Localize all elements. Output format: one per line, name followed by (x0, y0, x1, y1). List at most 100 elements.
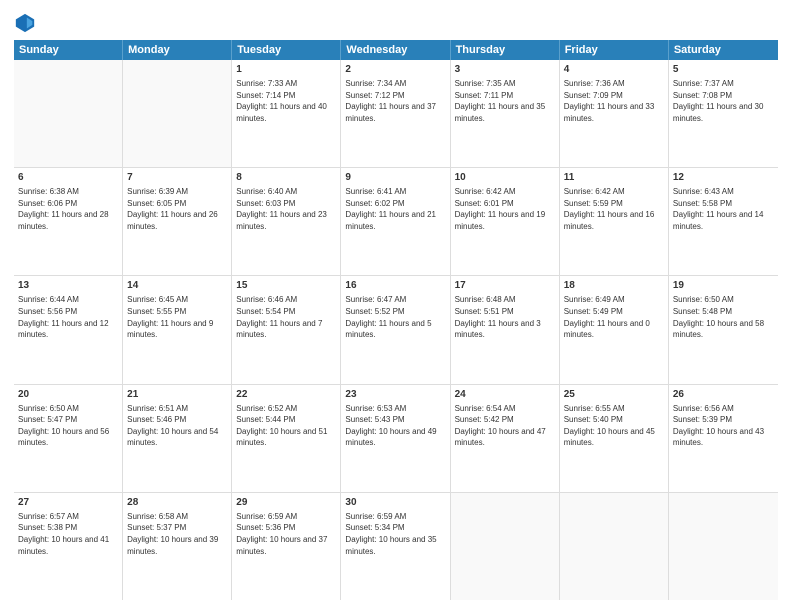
day-info: Sunrise: 6:53 AM Sunset: 5:43 PM Dayligh… (345, 403, 445, 449)
calendar-cell (560, 493, 669, 600)
day-info: Sunrise: 6:51 AM Sunset: 5:46 PM Dayligh… (127, 403, 227, 449)
logo-icon (14, 12, 36, 34)
calendar-cell: 26Sunrise: 6:56 AM Sunset: 5:39 PM Dayli… (669, 385, 778, 492)
calendar-cell: 20Sunrise: 6:50 AM Sunset: 5:47 PM Dayli… (14, 385, 123, 492)
day-info: Sunrise: 6:39 AM Sunset: 6:05 PM Dayligh… (127, 186, 227, 232)
day-info: Sunrise: 6:55 AM Sunset: 5:40 PM Dayligh… (564, 403, 664, 449)
day-info: Sunrise: 6:49 AM Sunset: 5:49 PM Dayligh… (564, 294, 664, 340)
calendar-cell: 4Sunrise: 7:36 AM Sunset: 7:09 PM Daylig… (560, 60, 669, 167)
day-number: 16 (345, 279, 445, 293)
day-info: Sunrise: 7:33 AM Sunset: 7:14 PM Dayligh… (236, 78, 336, 124)
day-info: Sunrise: 6:44 AM Sunset: 5:56 PM Dayligh… (18, 294, 118, 340)
day-info: Sunrise: 6:43 AM Sunset: 5:58 PM Dayligh… (673, 186, 774, 232)
calendar-cell: 9Sunrise: 6:41 AM Sunset: 6:02 PM Daylig… (341, 168, 450, 275)
calendar-cell: 13Sunrise: 6:44 AM Sunset: 5:56 PM Dayli… (14, 276, 123, 383)
calendar-cell: 18Sunrise: 6:49 AM Sunset: 5:49 PM Dayli… (560, 276, 669, 383)
day-info: Sunrise: 6:50 AM Sunset: 5:47 PM Dayligh… (18, 403, 118, 449)
calendar-cell (451, 493, 560, 600)
calendar-cell: 27Sunrise: 6:57 AM Sunset: 5:38 PM Dayli… (14, 493, 123, 600)
calendar-cell: 5Sunrise: 7:37 AM Sunset: 7:08 PM Daylig… (669, 60, 778, 167)
calendar: SundayMondayTuesdayWednesdayThursdayFrid… (14, 40, 778, 600)
day-number: 28 (127, 496, 227, 510)
calendar-cell: 24Sunrise: 6:54 AM Sunset: 5:42 PM Dayli… (451, 385, 560, 492)
calendar-cell: 2Sunrise: 7:34 AM Sunset: 7:12 PM Daylig… (341, 60, 450, 167)
day-info: Sunrise: 7:36 AM Sunset: 7:09 PM Dayligh… (564, 78, 664, 124)
day-info: Sunrise: 6:56 AM Sunset: 5:39 PM Dayligh… (673, 403, 774, 449)
day-info: Sunrise: 6:58 AM Sunset: 5:37 PM Dayligh… (127, 511, 227, 557)
day-info: Sunrise: 6:45 AM Sunset: 5:55 PM Dayligh… (127, 294, 227, 340)
day-number: 26 (673, 388, 774, 402)
calendar-cell: 23Sunrise: 6:53 AM Sunset: 5:43 PM Dayli… (341, 385, 450, 492)
calendar-cell: 29Sunrise: 6:59 AM Sunset: 5:36 PM Dayli… (232, 493, 341, 600)
day-number: 2 (345, 63, 445, 77)
day-number: 22 (236, 388, 336, 402)
calendar-cell: 15Sunrise: 6:46 AM Sunset: 5:54 PM Dayli… (232, 276, 341, 383)
day-info: Sunrise: 7:37 AM Sunset: 7:08 PM Dayligh… (673, 78, 774, 124)
day-number: 11 (564, 171, 664, 185)
day-number: 21 (127, 388, 227, 402)
day-number: 6 (18, 171, 118, 185)
day-number: 25 (564, 388, 664, 402)
calendar-cell: 7Sunrise: 6:39 AM Sunset: 6:05 PM Daylig… (123, 168, 232, 275)
day-info: Sunrise: 6:46 AM Sunset: 5:54 PM Dayligh… (236, 294, 336, 340)
calendar-cell: 25Sunrise: 6:55 AM Sunset: 5:40 PM Dayli… (560, 385, 669, 492)
day-number: 19 (673, 279, 774, 293)
day-info: Sunrise: 6:59 AM Sunset: 5:36 PM Dayligh… (236, 511, 336, 557)
calendar-body: 1Sunrise: 7:33 AM Sunset: 7:14 PM Daylig… (14, 60, 778, 600)
day-number: 18 (564, 279, 664, 293)
day-info: Sunrise: 6:47 AM Sunset: 5:52 PM Dayligh… (345, 294, 445, 340)
calendar-cell (669, 493, 778, 600)
calendar-week-3: 13Sunrise: 6:44 AM Sunset: 5:56 PM Dayli… (14, 276, 778, 384)
day-info: Sunrise: 6:57 AM Sunset: 5:38 PM Dayligh… (18, 511, 118, 557)
day-info: Sunrise: 6:42 AM Sunset: 5:59 PM Dayligh… (564, 186, 664, 232)
calendar-cell: 28Sunrise: 6:58 AM Sunset: 5:37 PM Dayli… (123, 493, 232, 600)
header-day-tuesday: Tuesday (232, 40, 341, 60)
logo (14, 12, 40, 34)
calendar-cell: 17Sunrise: 6:48 AM Sunset: 5:51 PM Dayli… (451, 276, 560, 383)
page: SundayMondayTuesdayWednesdayThursdayFrid… (0, 0, 792, 612)
calendar-cell: 10Sunrise: 6:42 AM Sunset: 6:01 PM Dayli… (451, 168, 560, 275)
day-number: 12 (673, 171, 774, 185)
day-info: Sunrise: 6:38 AM Sunset: 6:06 PM Dayligh… (18, 186, 118, 232)
day-number: 30 (345, 496, 445, 510)
day-number: 14 (127, 279, 227, 293)
header-day-thursday: Thursday (451, 40, 560, 60)
day-info: Sunrise: 6:52 AM Sunset: 5:44 PM Dayligh… (236, 403, 336, 449)
calendar-cell: 14Sunrise: 6:45 AM Sunset: 5:55 PM Dayli… (123, 276, 232, 383)
day-number: 8 (236, 171, 336, 185)
calendar-cell (123, 60, 232, 167)
calendar-cell: 21Sunrise: 6:51 AM Sunset: 5:46 PM Dayli… (123, 385, 232, 492)
day-info: Sunrise: 6:54 AM Sunset: 5:42 PM Dayligh… (455, 403, 555, 449)
day-number: 20 (18, 388, 118, 402)
day-number: 7 (127, 171, 227, 185)
day-number: 13 (18, 279, 118, 293)
day-number: 3 (455, 63, 555, 77)
header-day-monday: Monday (123, 40, 232, 60)
calendar-cell: 11Sunrise: 6:42 AM Sunset: 5:59 PM Dayli… (560, 168, 669, 275)
day-number: 17 (455, 279, 555, 293)
header-day-friday: Friday (560, 40, 669, 60)
calendar-cell: 22Sunrise: 6:52 AM Sunset: 5:44 PM Dayli… (232, 385, 341, 492)
day-info: Sunrise: 7:35 AM Sunset: 7:11 PM Dayligh… (455, 78, 555, 124)
day-number: 9 (345, 171, 445, 185)
calendar-cell: 1Sunrise: 7:33 AM Sunset: 7:14 PM Daylig… (232, 60, 341, 167)
day-number: 29 (236, 496, 336, 510)
day-number: 1 (236, 63, 336, 77)
header (14, 12, 778, 34)
calendar-cell (14, 60, 123, 167)
header-day-wednesday: Wednesday (341, 40, 450, 60)
calendar-cell: 19Sunrise: 6:50 AM Sunset: 5:48 PM Dayli… (669, 276, 778, 383)
day-number: 23 (345, 388, 445, 402)
day-info: Sunrise: 6:41 AM Sunset: 6:02 PM Dayligh… (345, 186, 445, 232)
calendar-cell: 8Sunrise: 6:40 AM Sunset: 6:03 PM Daylig… (232, 168, 341, 275)
day-info: Sunrise: 6:48 AM Sunset: 5:51 PM Dayligh… (455, 294, 555, 340)
header-day-saturday: Saturday (669, 40, 778, 60)
header-day-sunday: Sunday (14, 40, 123, 60)
day-number: 5 (673, 63, 774, 77)
calendar-cell: 6Sunrise: 6:38 AM Sunset: 6:06 PM Daylig… (14, 168, 123, 275)
calendar-cell: 3Sunrise: 7:35 AM Sunset: 7:11 PM Daylig… (451, 60, 560, 167)
day-number: 10 (455, 171, 555, 185)
day-info: Sunrise: 6:50 AM Sunset: 5:48 PM Dayligh… (673, 294, 774, 340)
day-info: Sunrise: 6:42 AM Sunset: 6:01 PM Dayligh… (455, 186, 555, 232)
day-info: Sunrise: 7:34 AM Sunset: 7:12 PM Dayligh… (345, 78, 445, 124)
